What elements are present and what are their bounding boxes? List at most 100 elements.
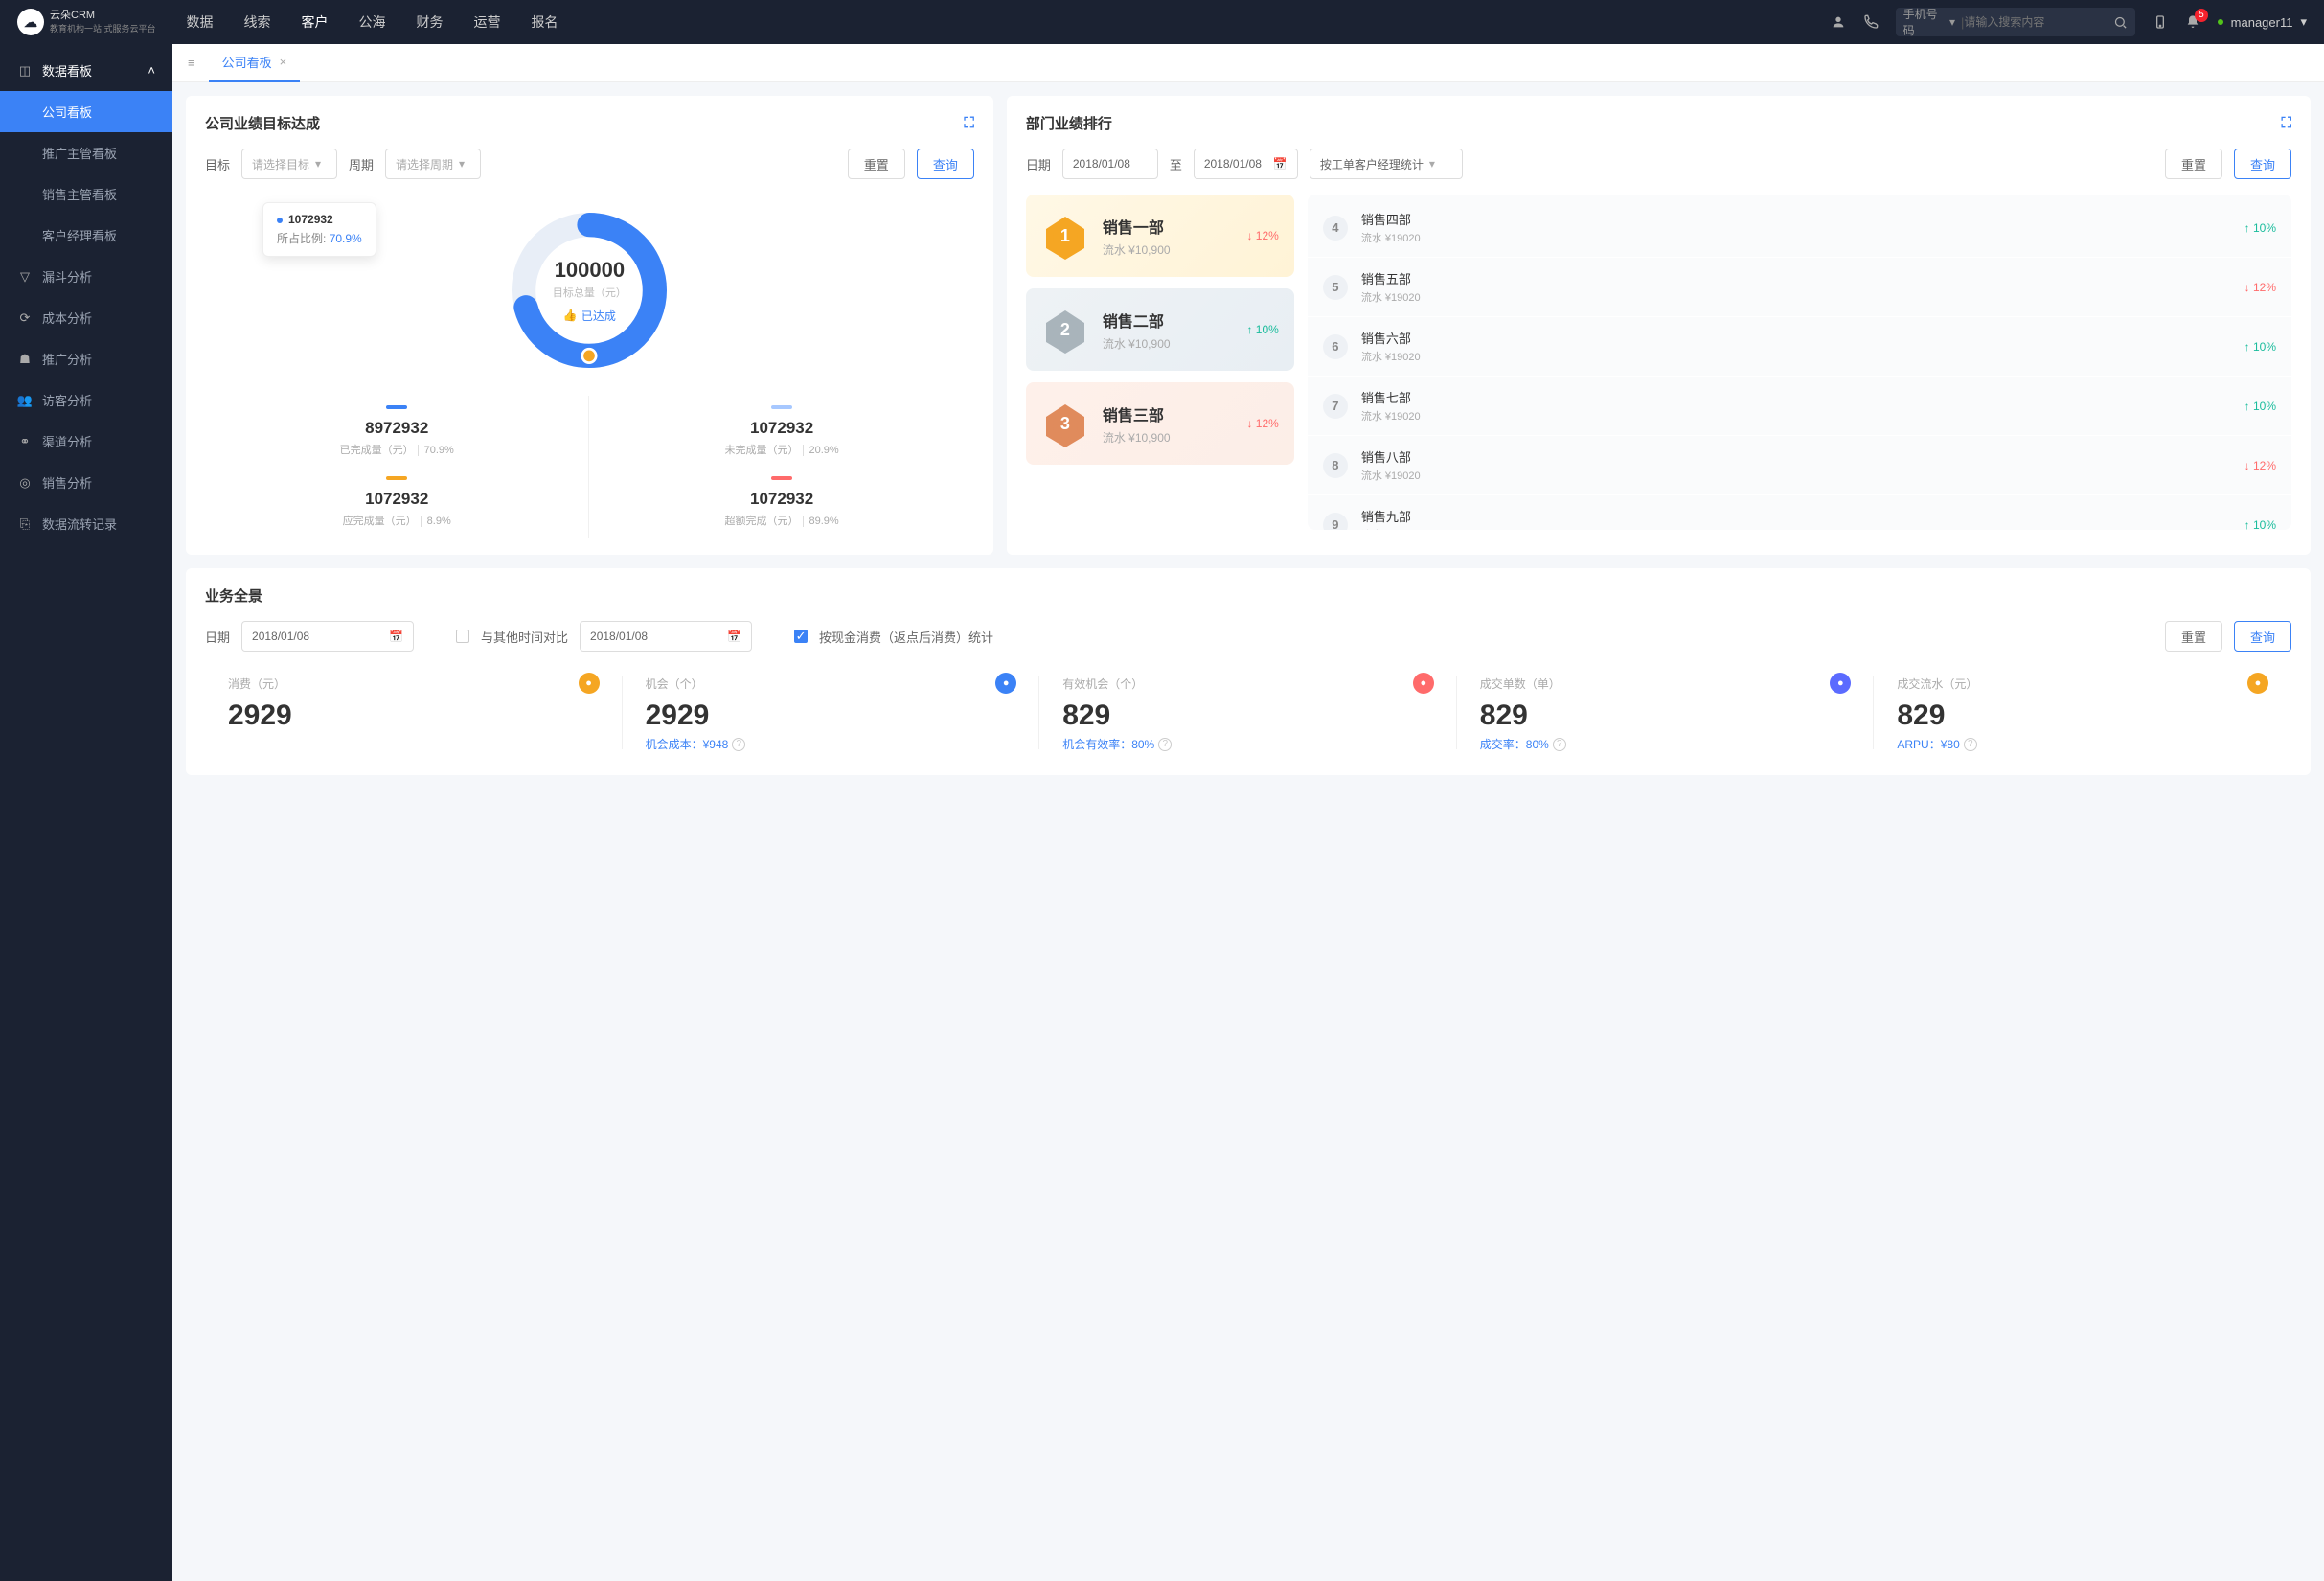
notif-badge: 5 [2195, 9, 2208, 22]
podium-item: 1销售一部流水 ¥10,900↓ 12% [1026, 195, 1294, 277]
date-to[interactable]: 2018/01/08📅 [1194, 149, 1298, 179]
medal-icon: 3 [1041, 400, 1089, 447]
search-box[interactable]: 手机号码 ▾ | [1896, 8, 2135, 36]
chart-tooltip: 1072932 所占比例: 70.9% [262, 202, 376, 257]
calendar-icon: 📅 [389, 630, 403, 643]
search-type-select[interactable]: 手机号码 ▾ [1903, 6, 1955, 38]
close-icon[interactable]: × [280, 55, 287, 69]
brand-sub: 教育机构一站 式服务云平台 [50, 22, 156, 34]
trend-indicator: ↓ 12% [2244, 281, 2276, 294]
query-button[interactable]: 查询 [917, 149, 974, 179]
sidebar-item[interactable]: 👥访客分析 [0, 379, 172, 421]
topnav-item[interactable]: 报名 [530, 9, 560, 35]
calendar-icon: 📅 [727, 630, 741, 643]
trend-indicator: ↓ 12% [2244, 459, 2276, 472]
help-icon[interactable]: ? [732, 738, 745, 751]
username: manager11 [2231, 15, 2293, 30]
expand-icon[interactable]: ⛶ [964, 115, 974, 131]
query-button[interactable]: 查询 [2234, 621, 2291, 652]
rank-number: 7 [1323, 394, 1348, 419]
overview-sub: ARPU：¥80 ? [1897, 736, 2268, 752]
topnav-item[interactable]: 线索 [242, 9, 273, 35]
trend-indicator: ↓ 12% [1246, 229, 1278, 242]
overview-cell: 机会（个）●2929机会成本：¥948 ? [623, 667, 1040, 758]
select-mode[interactable]: 按工单客户经理统计▾ [1310, 149, 1463, 179]
sidebar-item[interactable]: ⚭渠道分析 [0, 421, 172, 462]
overview-cell: 消费（元）●2929 [205, 667, 623, 758]
checkbox-compare[interactable] [456, 630, 469, 643]
help-icon[interactable]: ? [1158, 738, 1172, 751]
sidebar-item[interactable]: ◎销售分析 [0, 462, 172, 503]
sidebar: ◫ 数据看板 ˄ 公司看板推广主管看板销售主管看板客户经理看板 ▽漏斗分析⟳成本… [0, 44, 172, 1581]
select-period[interactable]: 请选择周期▾ [385, 149, 481, 179]
overview-cell: 成交流水（元）●829ARPU：¥80 ? [1874, 667, 2291, 758]
search-icon[interactable] [2112, 14, 2127, 30]
date-input-2[interactable]: 2018/01/08📅 [580, 621, 752, 652]
thumbs-up-icon: 👍 [563, 309, 578, 322]
status-dot-icon [2218, 19, 2223, 25]
rank-number: 8 [1323, 453, 1348, 478]
medal-icon: 1 [1041, 212, 1089, 260]
date-input-1[interactable]: 2018/01/08📅 [241, 621, 414, 652]
sidebar-sub-item[interactable]: 销售主管看板 [0, 173, 172, 215]
date-from[interactable]: 2018/01/08 [1062, 149, 1158, 179]
overview-sub: 成交率：80% ? [1480, 736, 1852, 752]
reset-button[interactable]: 重置 [2165, 621, 2222, 652]
trend-indicator: ↑ 10% [2244, 221, 2276, 235]
help-icon[interactable]: ? [1553, 738, 1566, 751]
sidebar-sub-item[interactable]: 客户经理看板 [0, 215, 172, 256]
topbar: ☁ 云朵CRM 教育机构一站 式服务云平台 数据线索客户公海财务运营报名 手机号… [0, 0, 2324, 44]
overview-title: 业务全景 [205, 585, 262, 606]
rank-number: 6 [1323, 334, 1348, 359]
search-input[interactable] [1964, 15, 2112, 29]
sidebar-sub-item[interactable]: 公司看板 [0, 91, 172, 132]
achieved-badge: 👍已达成 [563, 308, 616, 324]
podium-item: 3销售三部流水 ¥10,900↓ 12% [1026, 382, 1294, 465]
sidebar-item[interactable]: ☗推广分析 [0, 338, 172, 379]
sidebar-item[interactable]: ⟳成本分析 [0, 297, 172, 338]
topnav-item[interactable]: 公海 [357, 9, 388, 35]
reset-button[interactable]: 重置 [848, 149, 905, 179]
sidebar-header[interactable]: ◫ 数据看板 ˄ [0, 50, 172, 91]
donut-value: 100000 [555, 258, 625, 283]
help-icon[interactable]: ? [1964, 738, 1977, 751]
trend-indicator: ↑ 10% [2244, 340, 2276, 354]
logo-icon: ☁ [17, 9, 44, 35]
sidebar-item[interactable]: ⎘数据流转记录 [0, 503, 172, 544]
overview-card: 业务全景 日期 2018/01/08📅 与其他时间对比 2018/01/08📅 … [186, 568, 2311, 775]
user-icon[interactable] [1831, 14, 1846, 30]
topnav-item[interactable]: 财务 [415, 9, 445, 35]
sidebar-item[interactable]: ▽漏斗分析 [0, 256, 172, 297]
collapse-sidebar-button[interactable]: ≡ [182, 50, 201, 76]
menu-icon: ⚭ [17, 434, 33, 449]
query-button[interactable]: 查询 [2234, 149, 2291, 179]
expand-icon[interactable]: ⛶ [2281, 115, 2291, 131]
device-icon[interactable] [2153, 14, 2168, 30]
select-target[interactable]: 请选择目标▾ [241, 149, 337, 179]
label-target: 目标 [205, 155, 230, 173]
rank-number: 9 [1323, 513, 1348, 531]
sidebar-sub-item[interactable]: 推广主管看板 [0, 132, 172, 173]
rank-title: 部门业绩排行 [1026, 113, 1112, 133]
tabs-bar: ≡ 公司看板 × [172, 44, 2324, 82]
topnav-item[interactable]: 运营 [472, 9, 503, 35]
rank-list[interactable]: 4销售四部流水 ¥19020↑ 10%5销售五部流水 ¥19020↓ 12%6销… [1308, 195, 2291, 530]
topnav-item[interactable]: 数据 [185, 9, 216, 35]
metric-icon: ● [2247, 673, 2268, 694]
tab-company-board[interactable]: 公司看板 × [209, 44, 301, 82]
bell-icon[interactable]: 5 [2185, 14, 2200, 30]
phone-icon[interactable] [1863, 14, 1879, 30]
reset-button[interactable]: 重置 [2165, 149, 2222, 179]
label-date: 日期 [1026, 155, 1051, 173]
label-period: 周期 [349, 155, 374, 173]
topnav-item[interactable]: 客户 [300, 9, 330, 35]
rank-row: 4销售四部流水 ¥19020↑ 10% [1308, 198, 2291, 258]
checkbox-cash[interactable]: ✓ [794, 630, 808, 643]
goal-title: 公司业绩目标达成 [205, 113, 320, 133]
metric-icon: ● [579, 673, 600, 694]
main: ≡ 公司看板 × 公司业绩目标达成 ⛶ 目标 请选择目标▾ 周期 [172, 44, 2324, 1581]
dashboard-icon: ◫ [17, 63, 33, 79]
metric-icon: ● [995, 673, 1016, 694]
menu-icon: ☗ [17, 352, 33, 367]
user-menu[interactable]: manager11 ▾ [2218, 14, 2307, 30]
